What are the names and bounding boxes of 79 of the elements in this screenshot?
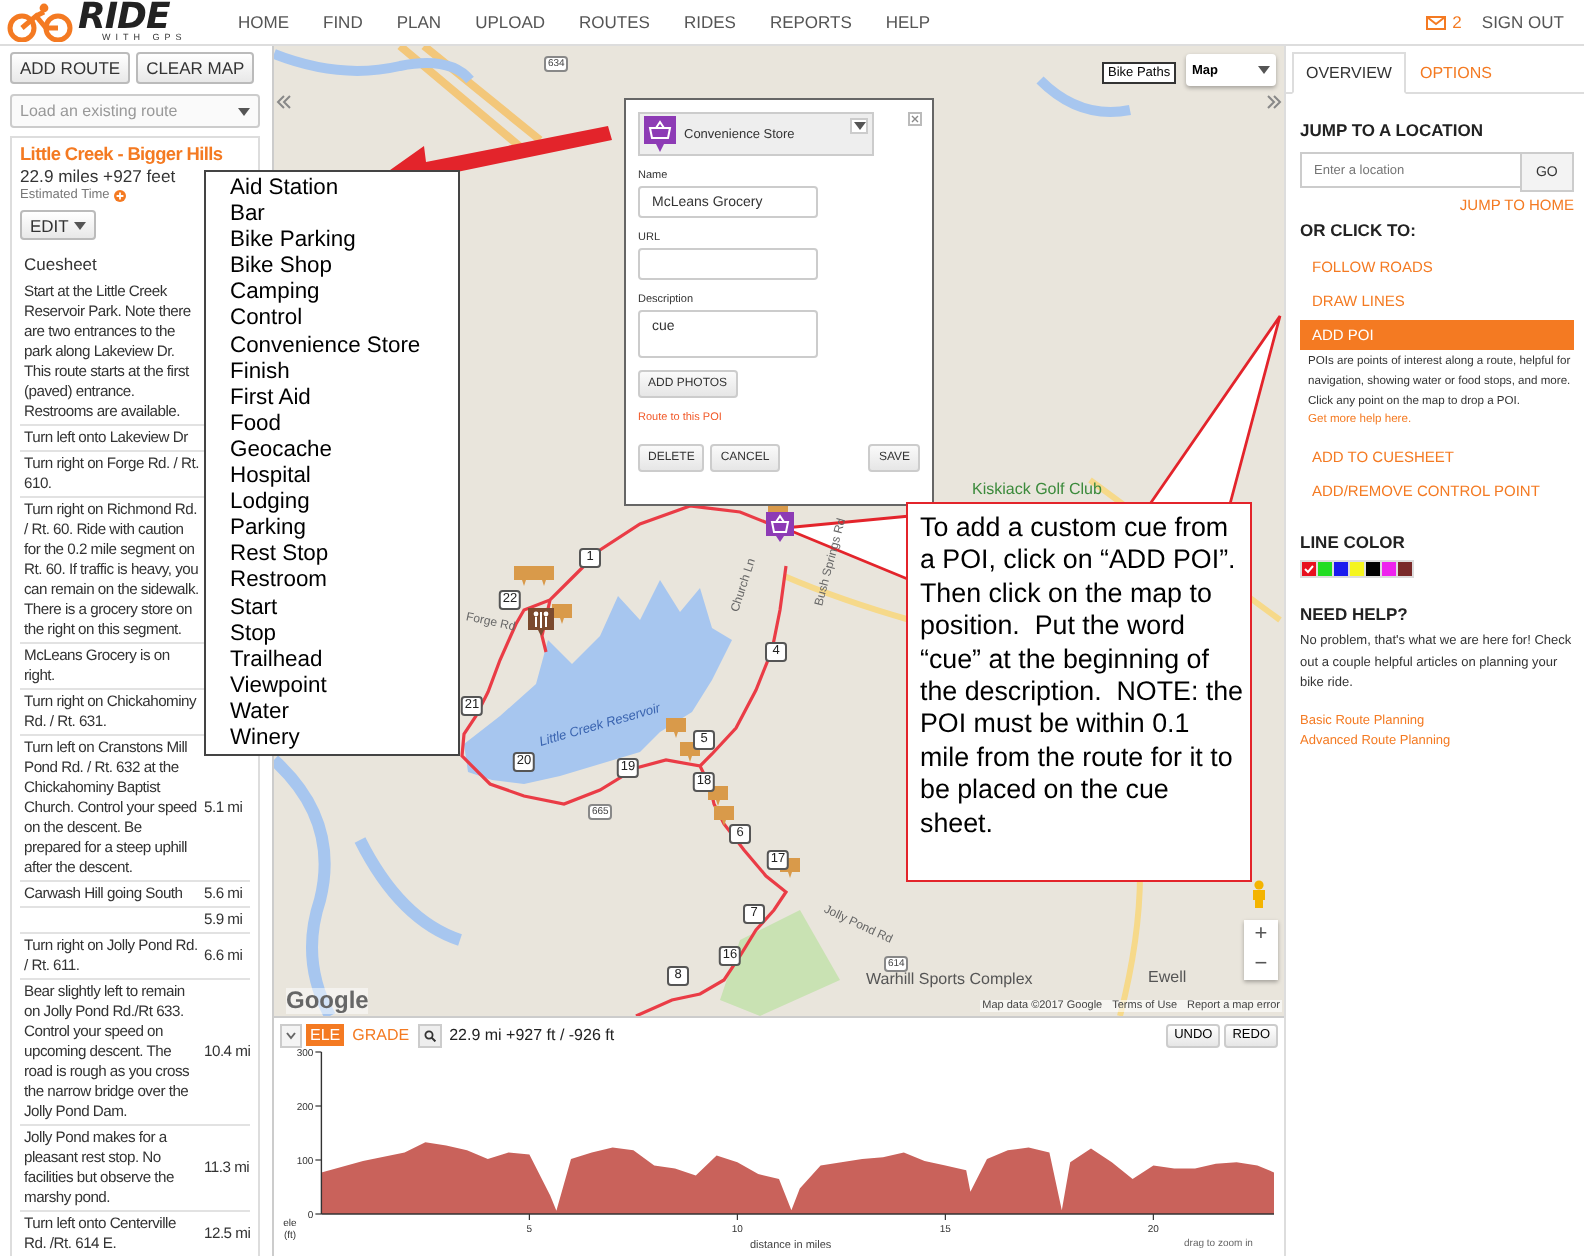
clear-map-button[interactable]: CLEAR MAP [136,52,255,84]
color-swatch[interactable] [1318,562,1332,577]
caret-icon [1258,66,1270,74]
logo-wordmark: RIDE [78,1,170,34]
poi-type-option[interactable]: Trailhead [230,647,323,674]
cyclist-logo-icon [6,2,74,42]
nav-link[interactable]: UPLOAD [475,12,546,32]
poi-type-option[interactable]: Water [230,699,289,726]
poi-type-option[interactable]: Restroom [230,568,327,595]
zoom-in-button[interactable]: + [1244,920,1278,950]
poi-type-option[interactable]: Control [230,306,303,334]
url-field[interactable] [638,248,818,280]
poi-type-option[interactable]: Stop [230,621,277,648]
section-heading: NEED HELP? [1300,604,1410,625]
nav-link[interactable]: HOME [238,12,289,32]
collapse-right-icon[interactable] [1266,94,1282,110]
poi-type-option[interactable]: Camping [230,280,320,307]
elevation-summary: 22.9 mi +927 ft / -926 ft [449,1026,615,1044]
caret-icon [74,221,87,229]
nav-link[interactable]: FIND [323,12,363,32]
nav-link[interactable]: REPORTS [769,12,852,32]
check-icon [1304,564,1314,575]
search-icon [423,1029,436,1041]
poi-type-option[interactable]: Finish [230,359,290,386]
mail-icon[interactable] [1426,15,1447,29]
poi-type-option[interactable]: Lodging [230,490,310,517]
poi-type-option[interactable]: Start [230,595,278,622]
color-swatch[interactable] [1366,562,1380,577]
nav-link[interactable]: RIDES [683,12,736,32]
poi-type-option[interactable]: Rest Stop [230,542,329,569]
color-swatch[interactable] [1334,562,1348,577]
poi-type-option[interactable]: Viewpoint [230,673,327,700]
poi-type-option[interactable]: First Aid [230,385,311,412]
poi-type-option[interactable]: Bar [230,202,265,229]
poi-type-option[interactable]: Winery [230,725,300,753]
section-heading: LINE COLOR [1300,532,1407,553]
restroom-marker-icon[interactable] [528,608,554,636]
section-heading: OR CLICK TO: [1300,220,1418,240]
collapse-button[interactable] [280,1023,302,1047]
poi-type-option[interactable]: Convenience Store [230,333,421,360]
color-swatch[interactable] [1382,562,1396,577]
poi-type-option[interactable]: Food [230,411,281,438]
panel-tab[interactable]: OVERVIEW [1292,52,1406,94]
basket-icon [644,116,676,152]
map-label: Kiskiack Golf Club [972,480,1102,498]
message-count: 2 [1452,12,1462,32]
poi-type-option[interactable]: Bike Parking [230,228,356,255]
river-line [354,837,463,946]
route-title: Little Creek - Bigger Hills [20,144,225,164]
map-logo: Google [286,988,369,1014]
color-swatch[interactable] [1350,562,1364,577]
nav-link[interactable]: PLAN [396,12,442,32]
plus-circle-icon[interactable] [113,189,126,201]
road-line [782,573,911,623]
sign-out-link[interactable]: SIGN OUT [1481,12,1564,32]
poi-type-option[interactable]: Bike Shop [230,254,332,281]
zoom-out-button[interactable]: − [1244,950,1278,980]
chevron-down-icon [286,1031,296,1039]
zoom-button[interactable] [417,1023,442,1047]
nav-link[interactable]: ROUTES [579,12,650,32]
edit-button[interactable]: EDIT [20,210,97,240]
color-swatch[interactable] [1302,562,1316,577]
caret-icon [853,122,865,130]
collapse-left-icon[interactable] [276,94,292,110]
river-line [1036,76,1131,117]
close-icon[interactable] [908,112,922,126]
caret-icon [238,107,250,115]
poi-type-option[interactable]: Aid Station [230,176,339,203]
add-route-button[interactable]: ADD ROUTE [10,52,131,84]
poi-type-option[interactable]: Geocache [230,437,332,465]
map-label: Warhill Sports Complex [866,970,1033,988]
callout-box: To add a custom cue from a POI, click on “ADD POI”. Then click on the map to position. Put the word “cue” at the beginning of the description. NOTE: the POI must be within 0.1 mile from the route for it to be placed on the cue sheet. [906,502,1252,882]
section-heading: JUMP TO A LOCATION [1300,120,1485,140]
basket-marker-icon[interactable] [766,512,794,542]
map-label: Ewell [1148,968,1187,986]
poi-type-option[interactable]: Hospital [230,464,311,491]
color-swatch[interactable] [1398,562,1412,577]
poi-type-option[interactable]: Parking [230,516,306,543]
nav-link[interactable]: HELP [885,12,931,32]
